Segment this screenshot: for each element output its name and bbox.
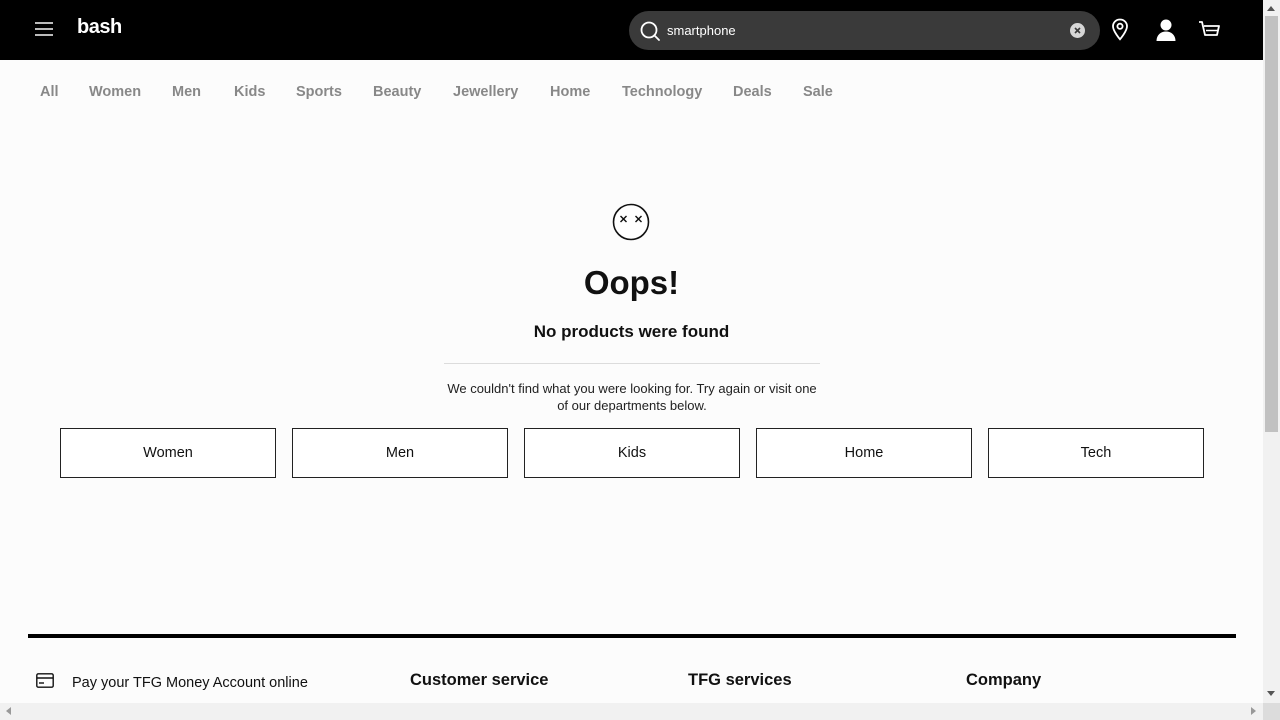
footer-divider — [28, 634, 1236, 638]
nav-item-beauty[interactable]: Beauty — [373, 84, 421, 100]
footer-heading-tfg-services[interactable]: TFG services — [688, 671, 792, 690]
account-icon[interactable] — [1155, 18, 1177, 42]
nav-item-deals[interactable]: Deals — [733, 84, 772, 100]
search-input[interactable] — [667, 11, 1057, 50]
empty-state-subtitle: No products were found — [533, 322, 730, 341]
credit-card-icon — [36, 673, 54, 688]
search-icon[interactable] — [639, 20, 661, 42]
menu-icon[interactable] — [35, 21, 53, 37]
site-logo[interactable]: bash — [77, 16, 122, 39]
nav-item-technology[interactable]: Technology — [622, 84, 702, 100]
nav-item-home[interactable]: Home — [550, 84, 590, 100]
horizontal-scrollbar[interactable] — [0, 703, 1263, 720]
pay-account-link[interactable]: Pay your TFG Money Account online — [72, 675, 308, 691]
scroll-right-icon[interactable] — [1251, 707, 1256, 715]
search-bar — [629, 11, 1100, 50]
footer-heading-company[interactable]: Company — [966, 671, 1041, 690]
scroll-left-icon[interactable] — [6, 707, 11, 715]
department-button-tech[interactable]: Tech — [988, 428, 1204, 478]
department-button-men[interactable]: Men — [292, 428, 508, 478]
footer-heading-customer-service[interactable]: Customer service — [410, 671, 549, 690]
nav-item-all[interactable]: All — [40, 84, 59, 100]
divider — [444, 363, 820, 364]
nav-item-jewellery[interactable]: Jewellery — [453, 84, 518, 100]
sad-face-icon — [612, 203, 650, 241]
empty-state-message: We couldn't find what you were looking f… — [447, 381, 817, 413]
nav-item-kids[interactable]: Kids — [234, 84, 265, 100]
nav-item-sports[interactable]: Sports — [296, 84, 342, 100]
top-header: bash — [0, 0, 1263, 60]
nav-item-sale[interactable]: Sale — [803, 84, 833, 100]
empty-state-title: Oops! — [583, 264, 680, 301]
vertical-scrollbar[interactable] — [1263, 0, 1280, 703]
department-button-kids[interactable]: Kids — [524, 428, 740, 478]
department-button-home[interactable]: Home — [756, 428, 972, 478]
cart-icon[interactable] — [1198, 18, 1220, 42]
category-nav: All Women Men Kids Sports Beauty Jewelle… — [0, 60, 1263, 122]
scrollbar-corner — [1263, 703, 1280, 720]
scroll-up-icon[interactable] — [1267, 6, 1275, 11]
scroll-down-icon[interactable] — [1267, 691, 1275, 696]
clear-search-icon[interactable] — [1070, 23, 1085, 38]
department-button-women[interactable]: Women — [60, 428, 276, 478]
store-locator-icon[interactable] — [1111, 18, 1129, 42]
scrollbar-thumb[interactable] — [1265, 16, 1278, 432]
nav-item-women[interactable]: Women — [89, 84, 141, 100]
nav-item-men[interactable]: Men — [172, 84, 201, 100]
